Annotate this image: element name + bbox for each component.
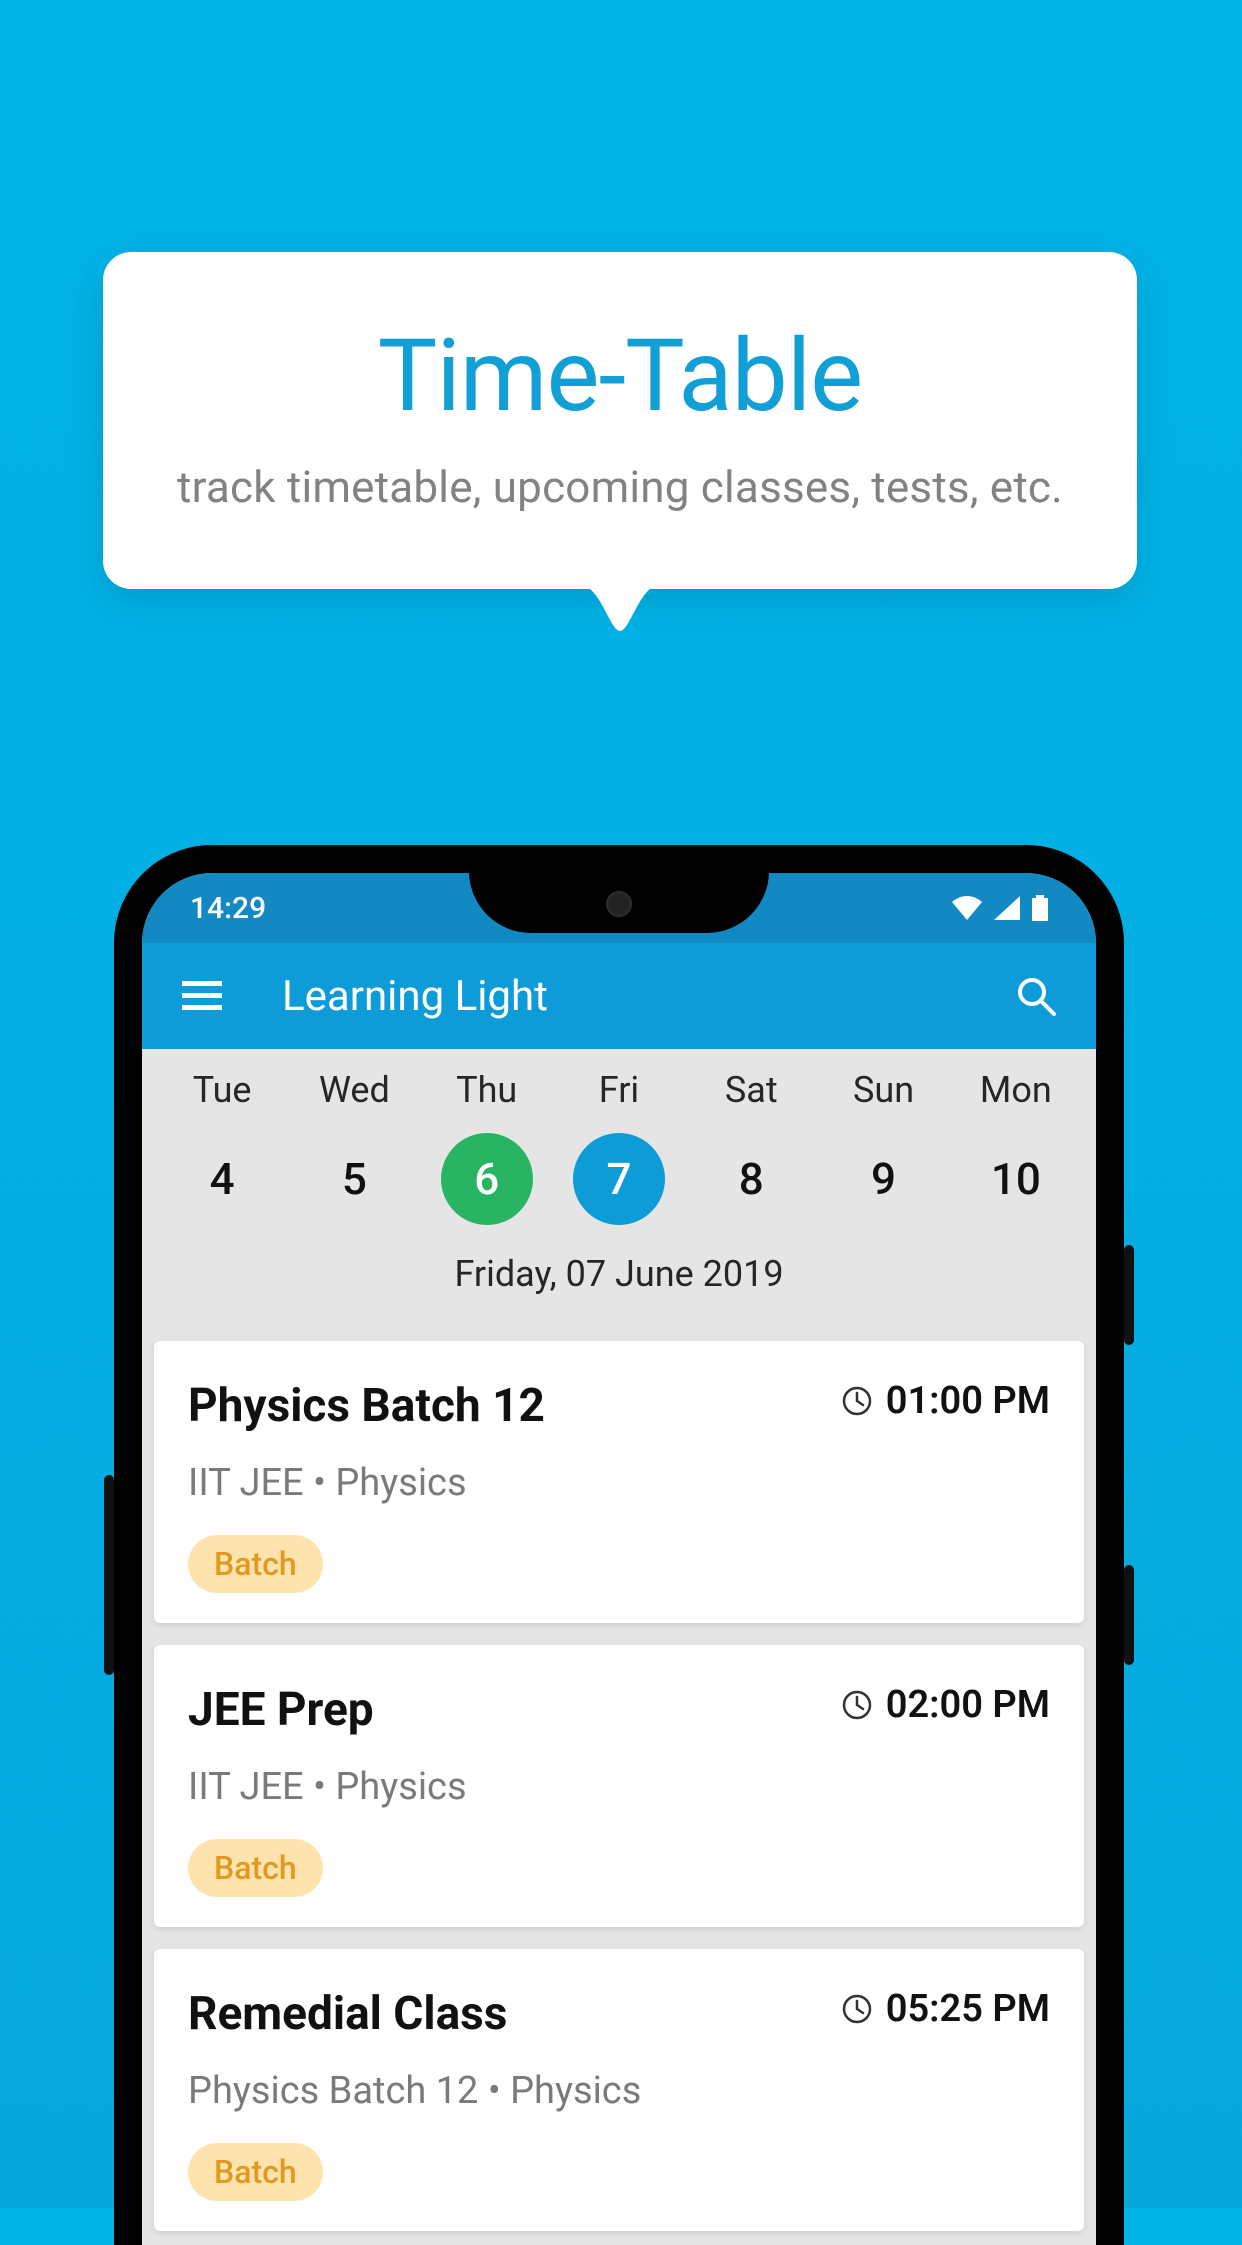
class-card[interactable]: Physics Batch 12 01:00 PM IIT JEE • Physic… xyxy=(154,1341,1084,1623)
clock-icon xyxy=(842,1690,872,1720)
day-of-month[interactable]: 9 xyxy=(838,1133,930,1225)
class-title: Physics Batch 12 xyxy=(188,1379,545,1433)
day-of-week-label: Wed xyxy=(294,1069,414,1111)
phone-side-button xyxy=(1124,1565,1134,1665)
class-card[interactable]: JEE Prep 02:00 PM IIT JEE • Physics Batch xyxy=(154,1645,1084,1927)
day-of-week-label: Fri xyxy=(559,1069,679,1111)
class-time-label: 01:00 PM xyxy=(886,1379,1050,1423)
callout-tail-icon xyxy=(580,585,660,633)
day-column[interactable]: Thu 6 xyxy=(427,1069,547,1225)
phone-side-button xyxy=(1124,1245,1134,1345)
battery-icon xyxy=(1032,895,1048,921)
day-column[interactable]: Tue 4 xyxy=(162,1069,282,1225)
class-time-label: 05:25 PM xyxy=(886,1987,1050,2031)
class-title: JEE Prep xyxy=(188,1683,374,1737)
signal-icon xyxy=(994,896,1020,920)
day-of-month[interactable]: 5 xyxy=(308,1133,400,1225)
search-icon[interactable] xyxy=(1012,972,1060,1020)
clock-icon xyxy=(842,1386,872,1416)
day-of-month[interactable]: 10 xyxy=(970,1133,1062,1225)
class-badge: Batch xyxy=(188,2143,323,2201)
day-of-week-label: Mon xyxy=(956,1069,1076,1111)
status-time: 14:29 xyxy=(190,891,266,926)
class-badge: Batch xyxy=(188,1535,323,1593)
status-bar: 14:29 xyxy=(142,873,1096,943)
phone-frame: 14:29 Learning Light Tue 4 Wed 5 Thu 6 Fri 7 Sat… xyxy=(114,845,1124,2245)
class-time: 02:00 PM xyxy=(842,1683,1050,1727)
promo-callout: Time-Table track timetable, upcoming cla… xyxy=(103,252,1137,589)
day-of-week-label: Sun xyxy=(824,1069,944,1111)
class-subject: IIT JEE • Physics xyxy=(188,1765,1050,1809)
class-badge: Batch xyxy=(188,1839,323,1897)
selected-date-label: Friday, 07 June 2019 xyxy=(142,1253,1096,1295)
clock-icon xyxy=(842,1994,872,2024)
phone-side-button xyxy=(104,1475,114,1675)
class-time: 01:00 PM xyxy=(842,1379,1050,1423)
callout-title: Time-Table xyxy=(143,318,1097,435)
day-column[interactable]: Sun 9 xyxy=(824,1069,944,1225)
app-title: Learning Light xyxy=(282,972,1012,1021)
day-of-month[interactable]: 4 xyxy=(176,1133,268,1225)
class-title: Remedial Class xyxy=(188,1987,507,2041)
date-strip: Tue 4 Wed 5 Thu 6 Fri 7 Sat 8 Sun 9 Mon 10 Friday, 07… xyxy=(142,1049,1096,1319)
day-column[interactable]: Sat 8 xyxy=(691,1069,811,1225)
day-of-month[interactable]: 8 xyxy=(705,1133,797,1225)
menu-icon[interactable] xyxy=(178,972,226,1020)
app-bar: Learning Light xyxy=(142,943,1096,1049)
day-of-month[interactable]: 7 xyxy=(573,1133,665,1225)
day-of-week-label: Sat xyxy=(691,1069,811,1111)
day-column[interactable]: Fri 7 xyxy=(559,1069,679,1225)
day-of-month[interactable]: 6 xyxy=(441,1133,533,1225)
class-card[interactable]: Remedial Class 05:25 PM Physics Batch 12 •… xyxy=(154,1949,1084,2231)
day-of-week-label: Thu xyxy=(427,1069,547,1111)
class-subject: Physics Batch 12 • Physics xyxy=(188,2069,1050,2113)
day-of-week-label: Tue xyxy=(162,1069,282,1111)
day-column[interactable]: Wed 5 xyxy=(294,1069,414,1225)
day-column[interactable]: Mon 10 xyxy=(956,1069,1076,1225)
class-subject: IIT JEE • Physics xyxy=(188,1461,1050,1505)
callout-subtitle: track timetable, upcoming classes, tests… xyxy=(143,461,1097,513)
class-time: 05:25 PM xyxy=(842,1987,1050,2031)
wifi-icon xyxy=(952,896,982,920)
class-time-label: 02:00 PM xyxy=(886,1683,1050,1727)
phone-screen: 14:29 Learning Light Tue 4 Wed 5 Thu 6 Fri 7 Sat… xyxy=(142,873,1096,2245)
